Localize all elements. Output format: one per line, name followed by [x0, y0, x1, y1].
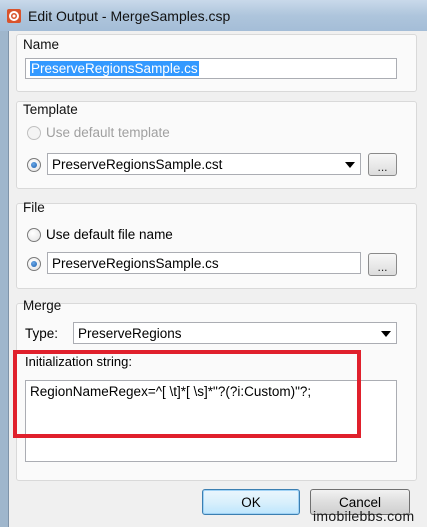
use-default-template-label: Use default template	[46, 125, 170, 140]
chevron-down-icon	[381, 331, 391, 337]
window-title: Edit Output - MergeSamples.csp	[28, 7, 231, 24]
template-group-label: Template	[23, 102, 78, 117]
template-select-value: PreserveRegionsSample.cst	[52, 156, 223, 172]
filename-input[interactable]: PreserveRegionsSample.cs	[47, 252, 361, 274]
chevron-down-icon	[345, 162, 355, 168]
template-browse-button[interactable]: ...	[368, 153, 397, 176]
name-input-value: PreserveRegionsSample.cs	[30, 61, 199, 76]
name-group-label: Name	[23, 37, 60, 52]
use-default-filename-radio[interactable]	[27, 228, 41, 242]
merge-group-label: Merge	[23, 298, 62, 313]
custom-filename-radio[interactable]	[27, 257, 41, 271]
use-default-filename-label: Use default file name	[46, 227, 173, 242]
merge-type-select[interactable]: PreserveRegions	[73, 322, 397, 344]
gear-app-icon	[7, 8, 21, 23]
file-group	[16, 203, 417, 289]
dialog-body: Name PreserveRegionsSample.cs Template U…	[8, 31, 427, 527]
file-browse-button[interactable]: ...	[368, 253, 397, 276]
ok-button[interactable]: OK	[202, 489, 300, 515]
filename-input-value: PreserveRegionsSample.cs	[52, 255, 219, 271]
merge-type-value: PreserveRegions	[78, 325, 182, 341]
title-bar[interactable]: Edit Output - MergeSamples.csp	[0, 0, 427, 31]
merge-type-label: Type:	[25, 326, 59, 341]
name-input[interactable]: PreserveRegionsSample.cs	[25, 58, 397, 79]
template-select[interactable]: PreserveRegionsSample.cst	[47, 153, 361, 175]
watermark-text: imobilebbs.com	[313, 508, 415, 524]
file-group-label: File	[23, 200, 45, 215]
highlight-box	[13, 350, 361, 438]
custom-template-radio[interactable]	[27, 158, 41, 172]
use-default-template-radio[interactable]	[27, 126, 41, 140]
